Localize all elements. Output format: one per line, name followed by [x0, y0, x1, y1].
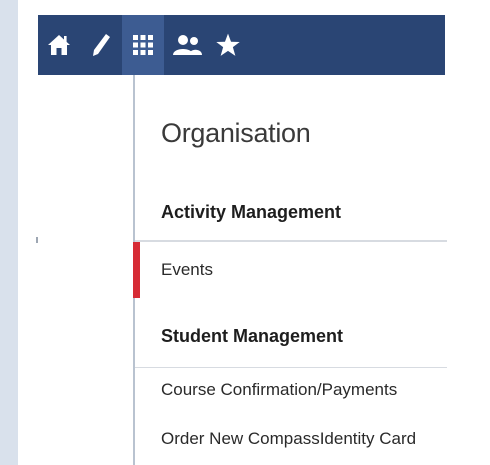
top-navbar: [38, 15, 445, 75]
menu-item-events[interactable]: Events: [133, 240, 447, 298]
nav-favourites-button[interactable]: [210, 15, 246, 75]
menu-title: Organisation: [161, 118, 311, 148]
organisation-menu: Organisation Activity Management Events …: [133, 75, 447, 465]
scroll-dot: [36, 237, 38, 243]
menu-item-order-identity-card[interactable]: Order New CompassIdentity Card: [161, 429, 416, 449]
nav-home-button[interactable]: [38, 15, 80, 75]
home-icon: [48, 35, 70, 55]
menu-item-course-confirmation[interactable]: Course Confirmation/Payments: [161, 380, 397, 400]
divider: [135, 367, 447, 368]
grid-icon: [133, 35, 153, 55]
menu-item-label: Events: [161, 260, 213, 279]
nav-apps-button[interactable]: [122, 15, 164, 75]
star-icon: [216, 33, 240, 56]
nav-people-button[interactable]: [164, 15, 210, 75]
selected-marker: [133, 242, 140, 298]
pencil-icon: [93, 34, 110, 56]
people-icon: [173, 35, 202, 55]
section-heading-student-management: Student Management: [161, 326, 344, 346]
section-heading-activity-management: Activity Management: [161, 202, 342, 222]
nav-edit-button[interactable]: [80, 15, 122, 75]
